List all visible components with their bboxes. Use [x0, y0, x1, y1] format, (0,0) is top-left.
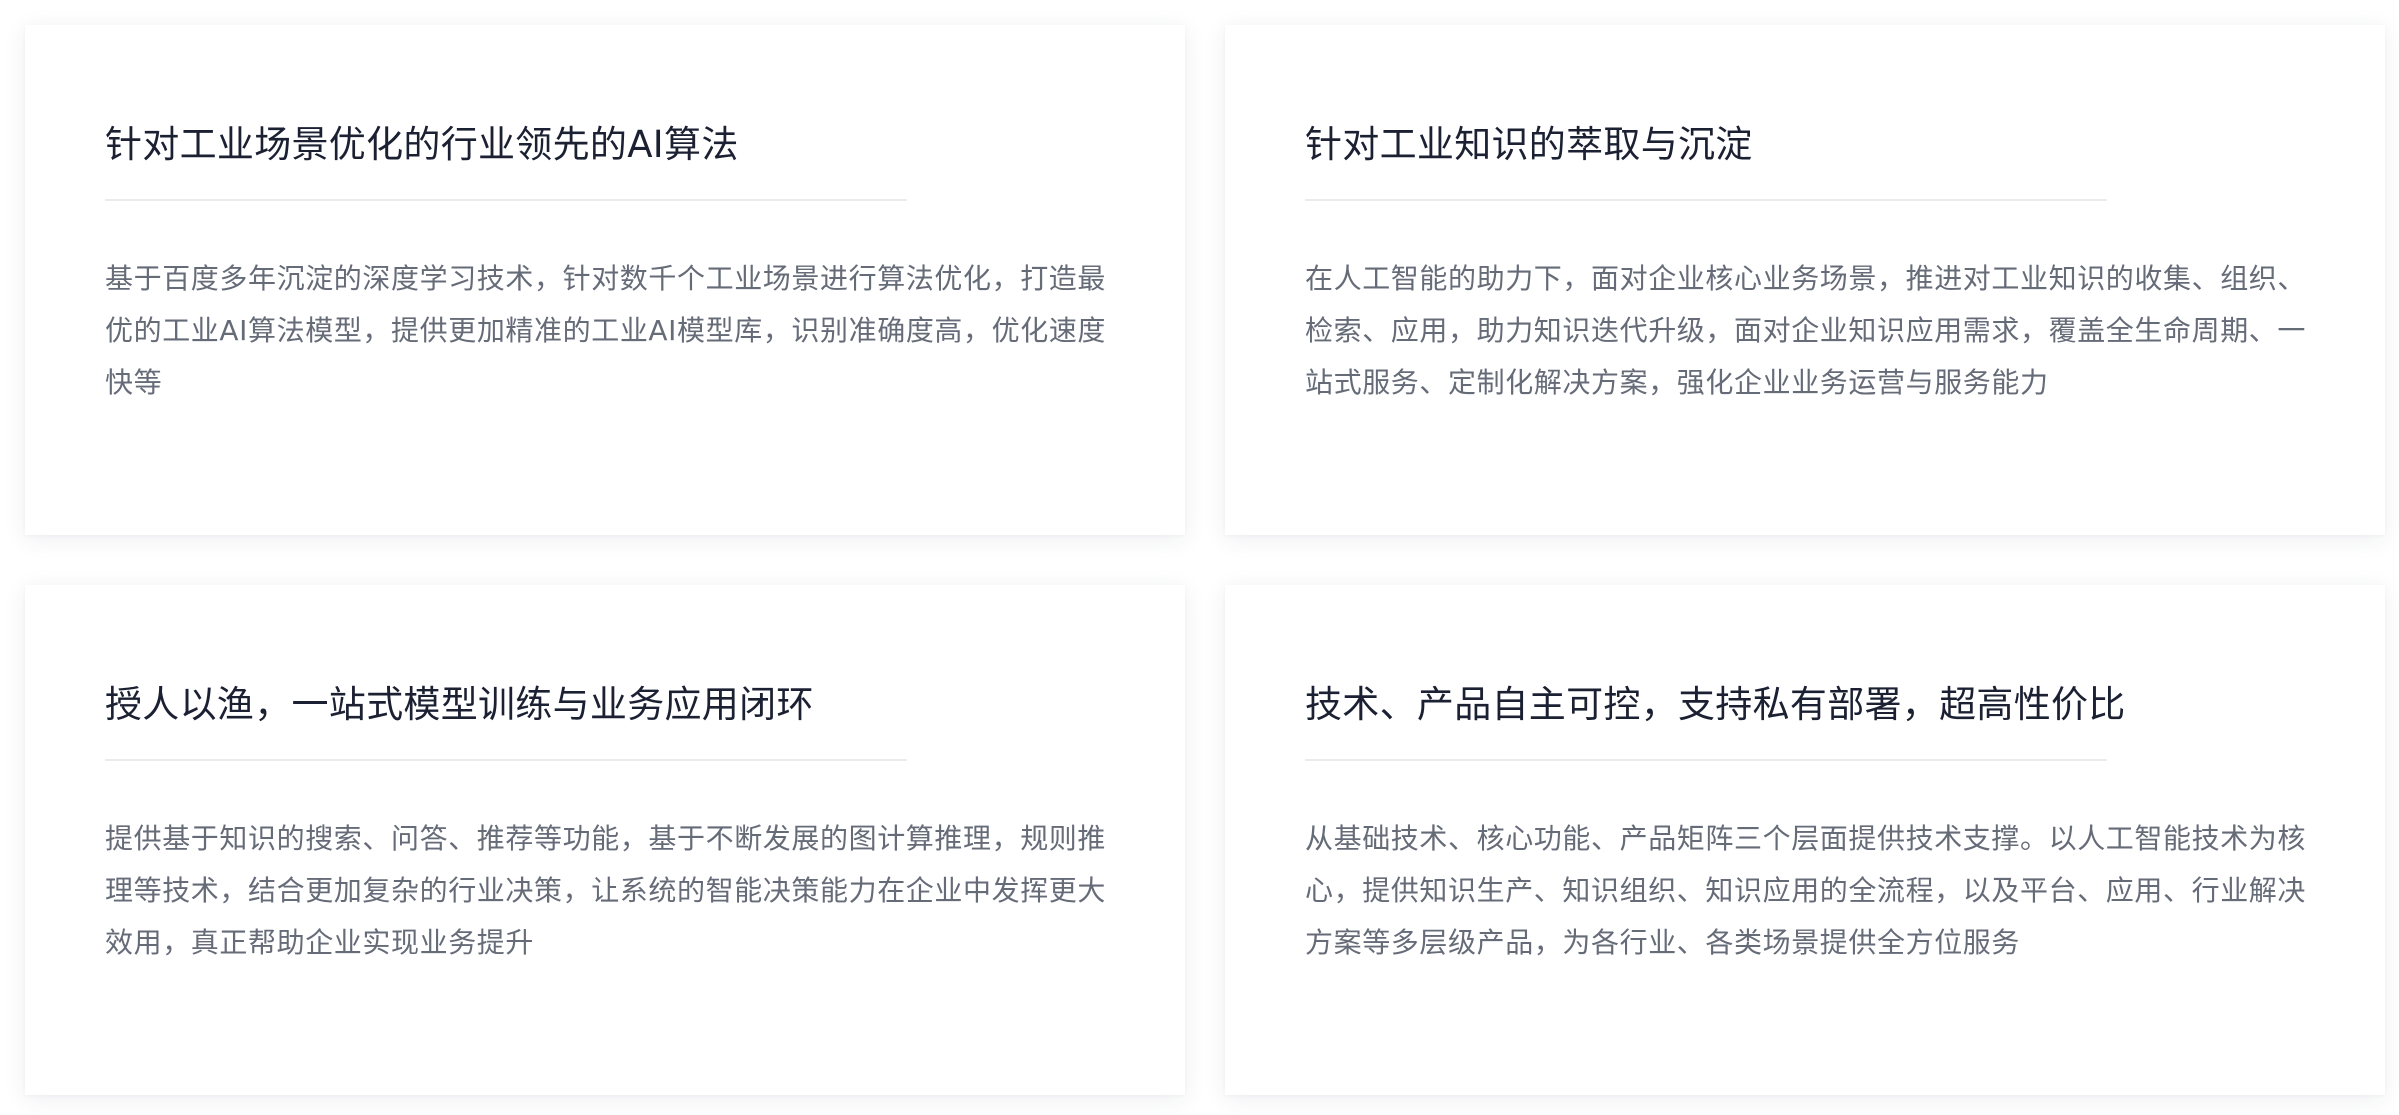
- card-description: 基于百度多年沉淀的深度学习技术，针对数千个工业场景进行算法优化，打造最优的工业A…: [105, 262, 1107, 399]
- feature-card-model-training: 授人以渔，一站式模型训练与业务应用闭环 提供基于知识的搜索、问答、推荐等功能，基…: [25, 585, 1185, 1095]
- feature-card-private-deployment: 技术、产品自主可控，支持私有部署，超高性价比 从基础技术、核心功能、产品矩阵三个…: [1225, 585, 2385, 1095]
- feature-card-ai-algorithm: 针对工业场景优化的行业领先的AI算法 基于百度多年沉淀的深度学习技术，针对数千个…: [25, 25, 1185, 535]
- card-title: 技术、产品自主可控，支持私有部署，超高性价比: [1305, 683, 2126, 726]
- card-description: 在人工智能的助力下，面对企业核心业务场景，推进对工业知识的收集、组织、检索、应用…: [1305, 262, 2307, 399]
- card-description: 提供基于知识的搜索、问答、推荐等功能，基于不断发展的图计算推理，规则推理等技术，…: [105, 822, 1107, 959]
- card-title: 针对工业场景优化的行业领先的AI算法: [105, 123, 739, 166]
- card-title: 授人以渔，一站式模型训练与业务应用闭环: [105, 683, 814, 726]
- card-description: 从基础技术、核心功能、产品矩阵三个层面提供技术支撑。以人工智能技术为核心，提供知…: [1305, 822, 2307, 959]
- feature-card-grid: 针对工业场景优化的行业领先的AI算法 基于百度多年沉淀的深度学习技术，针对数千个…: [25, 25, 2385, 1095]
- card-divider: [105, 759, 907, 761]
- feature-card-knowledge-extraction: 针对工业知识的萃取与沉淀 在人工智能的助力下，面对企业核心业务场景，推进对工业知…: [1225, 25, 2385, 535]
- card-divider: [105, 199, 907, 201]
- card-title: 针对工业知识的萃取与沉淀: [1305, 123, 1753, 166]
- card-divider: [1305, 759, 2107, 761]
- card-divider: [1305, 199, 2107, 201]
